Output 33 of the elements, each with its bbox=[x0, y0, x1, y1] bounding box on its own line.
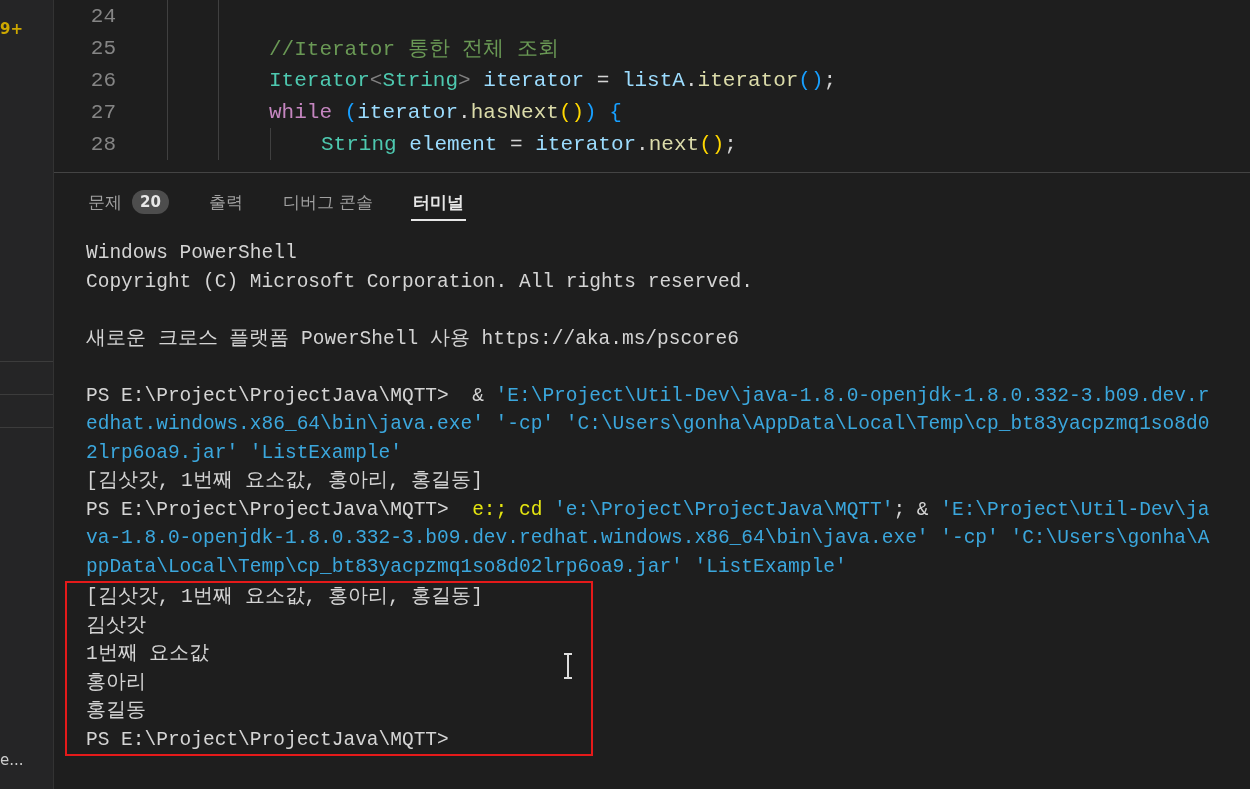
code-line: String element = iterator.next(); bbox=[321, 132, 737, 156]
terminal-line: PS E:\Project\ProjectJava\MQTT> & 'E:\Project\Util-Dev\java-1.8.0-openjdk-1.8.0.332-3.b09.dev.r bbox=[86, 383, 1210, 409]
line-number: 26 bbox=[89, 68, 116, 92]
terminal-line: 새로운 크로스 플랫폼 PowerShell 사용 https://aka.ms/pscore6 bbox=[86, 326, 739, 352]
line-number: 25 bbox=[89, 36, 116, 60]
panel-tab[interactable]: 출력 bbox=[206, 185, 245, 221]
terminal-line: PS E:\Project\ProjectJava\MQTT> e:; cd 'e:\Project\ProjectJava\MQTT'; & 'E:\Project\Util-Dev\ja bbox=[86, 497, 1210, 523]
terminal-line: 홍길동 bbox=[86, 699, 146, 724]
terminal-line: [김삿갓, 1번째 요소값, 홍아리, 홍길동] bbox=[86, 469, 484, 494]
terminal-line: 김삿갓 bbox=[86, 613, 146, 639]
terminal-line: 홍아리 bbox=[86, 670, 146, 696]
code-line: //Iterator 통한 전체 조회 bbox=[269, 37, 559, 62]
terminal-line: Windows PowerShell bbox=[86, 241, 297, 266]
terminal-line: ppData\Local\Temp\cp_bt83yacpzmq1so8d02lrp6oa9.jar' 'ListExample' bbox=[86, 554, 847, 580]
code-line: Iterator<String> iterator = listA.iterator(); bbox=[269, 68, 837, 92]
code-line: while (iterator.hasNext()) { bbox=[269, 100, 622, 124]
text-cursor-icon bbox=[563, 653, 573, 679]
panel-tab[interactable]: 디버그 콘솔 bbox=[280, 185, 376, 221]
line-number: 28 bbox=[89, 132, 116, 156]
line-number: 24 bbox=[89, 4, 116, 28]
terminal-line: edhat.windows.x86_64\bin\java.exe' '-cp' 'C:\Users\gonha\AppData\Local\Temp\cp_bt83yacpzmq1so8d0 bbox=[86, 412, 1210, 437]
panel-tab[interactable]: 문제 20 bbox=[86, 185, 171, 221]
terminal-line: Copyright (C) Microsoft Corporation. All rights reserved. bbox=[86, 269, 753, 295]
terminal-line: 1번째 요소값 bbox=[86, 642, 210, 667]
sidebar-label[interactable]: e... bbox=[0, 751, 53, 769]
count-badge: 20 bbox=[132, 190, 169, 214]
terminal-line: [김삿갓, 1번째 요소값, 홍아리, 홍길동] bbox=[86, 585, 484, 610]
panel-tab[interactable]: 터미널 bbox=[411, 185, 467, 221]
problem-count-label: 9+ bbox=[0, 20, 24, 38]
terminal-line: PS E:\Project\ProjectJava\MQTT> bbox=[86, 727, 449, 753]
line-number: 27 bbox=[89, 100, 116, 124]
terminal-line: va-1.8.0-openjdk-1.8.0.332-3.b09.dev.redhat.windows.x86_64\bin\java.exe' '-cp' 'C:\Users\gonha\A bbox=[86, 526, 1210, 551]
terminal-line: 2lrp6oa9.jar' 'ListExample' bbox=[86, 440, 402, 466]
